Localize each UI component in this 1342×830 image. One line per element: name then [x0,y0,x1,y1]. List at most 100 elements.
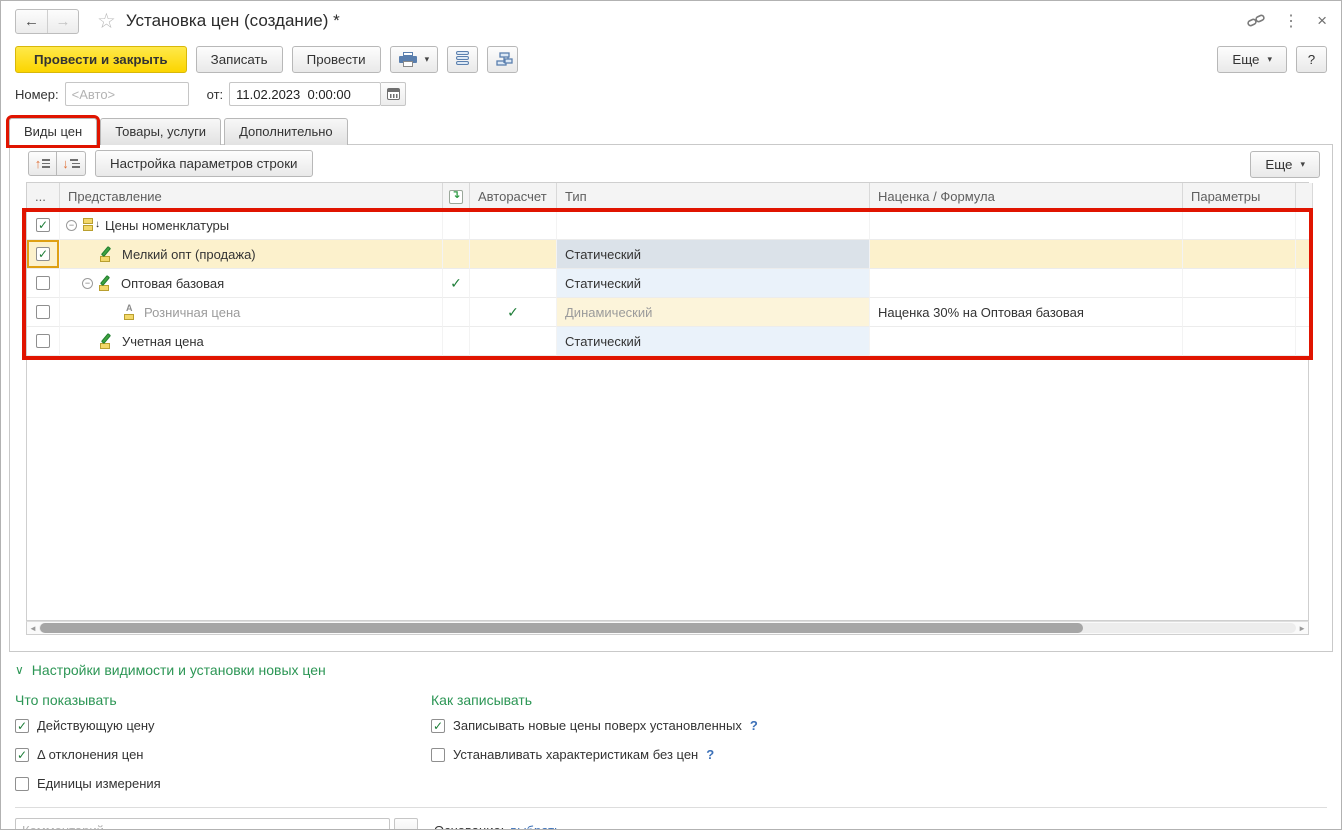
formula-cell [870,240,1183,269]
price-kind-icon [100,332,116,349]
collapse-icon[interactable]: − [82,277,93,289]
checkbox-row: Устанавливать характеристикам без цен ? [431,747,758,762]
checkbox-label: Устанавливать характеристикам без цен [453,747,699,762]
post-button[interactable]: Провести [291,45,381,73]
row-checkbox[interactable] [36,276,50,290]
price-deviation-checkbox[interactable] [15,747,29,762]
scroll-left-icon[interactable]: ◄ [29,624,37,633]
col-header-markup-formula[interactable]: Наценка / Формула [870,183,1183,211]
report-button[interactable] [447,45,479,73]
row-label: Оптовая базовая [121,275,225,291]
flag-cell [443,327,470,356]
row-checkbox[interactable] [36,334,50,348]
overwrite-prices-checkbox[interactable] [431,718,445,733]
scrollbar-track[interactable] [38,623,1297,633]
checkbox-label: Действующую цену [37,718,155,733]
settings-section-title: Настройки видимости и установки новых це… [31,662,326,678]
comment-input[interactable] [15,818,390,829]
set-characteristics-checkbox[interactable] [431,747,445,762]
write-group: Как записывать Записывать новые цены пов… [431,692,758,805]
formula-cell [870,269,1183,298]
arrow-up-icon: ↑ [34,156,42,171]
table-empty-area [26,356,1309,621]
strip-cell [1296,298,1313,327]
type-cell: Динамический [557,298,870,327]
checkbox-row: Δ отклонения цен [15,747,431,762]
help-button[interactable]: ? [1296,45,1327,73]
settings-section-toggle[interactable]: ∨ Настройки видимости и установки новых … [15,662,1327,678]
tab-additional[interactable]: Дополнительно [224,118,348,145]
table-more-button[interactable]: Еще ▾ [1250,151,1320,178]
print-button[interactable]: ▾ [389,45,439,73]
kebab-menu-icon[interactable]: ⋮ [1283,11,1299,31]
forward-icon: → [55,12,71,30]
move-down-button[interactable]: ↓ [57,151,86,176]
post-and-close-button[interactable]: Провести и закрыть [15,45,187,73]
price-kinds-table: ... Представление Авторасчет Тип Наценка… [22,182,1328,635]
scroll-right-icon[interactable]: ► [1298,624,1306,633]
price-kind-icon [99,274,115,291]
params-cell [1183,211,1296,240]
table-row-name[interactable]: Учетная цена [60,327,443,356]
type-cell [557,211,870,240]
units-checkbox[interactable] [15,776,29,791]
type-cell: Статический [557,269,870,298]
strip-cell [1296,240,1313,269]
structure-button[interactable] [487,45,519,73]
more-label: Еще [1232,51,1260,67]
tab-price-kinds[interactable]: Виды цен [5,115,101,148]
flag-cell: ✓ [443,269,470,298]
arrow-down-icon: ↓ [62,156,69,171]
table-row-name[interactable]: − ↓ Цены номенклатуры [60,211,443,240]
date-input[interactable] [229,82,382,106]
row-checkbox[interactable] [36,305,50,319]
scrollbar-thumb[interactable] [39,623,1084,633]
autocalc-cell: ✓ [470,298,557,327]
autocalc-cell [470,327,557,356]
number-input[interactable] [64,82,189,106]
dynamic-price-icon: A [122,303,138,320]
help-link[interactable]: ? [706,747,714,762]
move-up-button[interactable]: ↑ [28,151,57,176]
table-row-name[interactable]: A Розничная цена [60,298,443,327]
row-checkbox-cell [27,211,60,240]
horizontal-scrollbar[interactable]: ◄ ► [26,621,1309,635]
col-header-parameters[interactable]: Параметры [1183,183,1296,211]
favorite-star-icon[interactable]: ☆ [97,9,116,34]
formula-cell [870,211,1183,240]
table-row-name[interactable]: − Оптовая базовая [60,269,443,298]
link-icon[interactable] [1247,13,1265,29]
col-header-autocalc[interactable]: Авторасчет [470,183,557,211]
table-toolbar: ↑ ↓ Настройка параметров строки [10,145,1332,182]
current-price-checkbox[interactable] [15,718,29,733]
list-lines-indent-icon [69,159,80,168]
back-button[interactable]: ← [16,10,47,33]
col-header-dots[interactable]: ... [27,183,60,211]
write-group-title: Как записывать [431,692,533,708]
document-list-icon [456,51,470,67]
tab-goods-services[interactable]: Товары, услуги [100,118,222,145]
settings-section: ∨ Настройки видимости и установки новых … [1,652,1341,805]
row-checkbox-cell [27,298,60,327]
autocalc-cell [470,240,557,269]
calendar-button[interactable] [381,82,407,106]
close-icon[interactable]: × [1317,11,1327,31]
help-link[interactable]: ? [750,718,758,733]
table-row-name[interactable]: Мелкий опт (продажа) [60,240,443,269]
basis-select-link[interactable]: выбрать [510,823,561,830]
col-header-type[interactable]: Тип [557,183,870,211]
row-label: Розничная цена [144,304,241,320]
more-button[interactable]: Еще ▾ [1217,45,1287,73]
row-checkbox[interactable] [36,247,50,261]
save-button[interactable]: Записать [195,45,283,73]
comment-expand-button[interactable]: ... [394,818,418,829]
flag-cell [443,211,470,240]
collapse-icon[interactable]: − [66,219,77,231]
col-header-flag[interactable] [443,183,470,211]
list-lines-icon [42,159,51,168]
col-header-presentation[interactable]: Представление [60,183,443,211]
row-parameters-button[interactable]: Настройка параметров строки [95,150,313,177]
autocalc-cell [470,269,557,298]
row-checkbox[interactable] [36,218,50,232]
forward-button[interactable]: → [47,9,78,33]
